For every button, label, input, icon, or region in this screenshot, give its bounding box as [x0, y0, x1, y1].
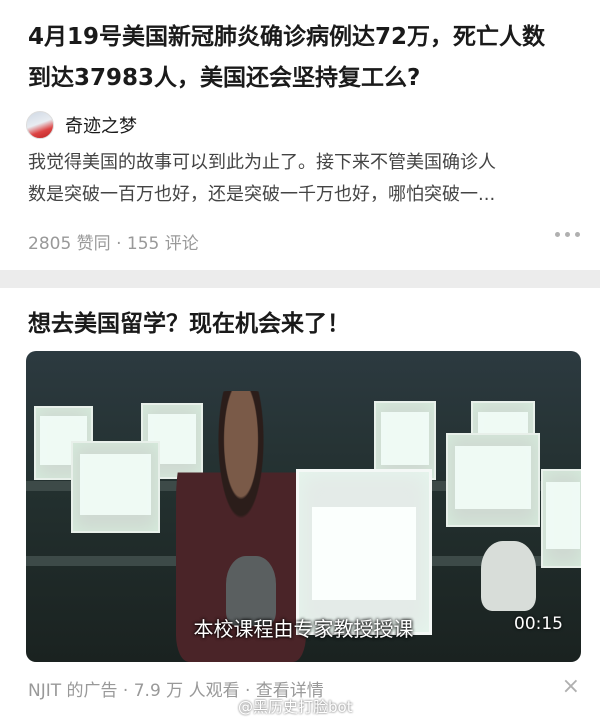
author-name[interactable]: 奇迹之梦	[65, 112, 137, 138]
dot	[575, 232, 580, 237]
answer-title-line2: 到达37983人，美国还会坚持复工么?	[28, 65, 421, 91]
dot	[555, 232, 560, 237]
excerpt-line1: 我觉得美国的故事可以到此为止了。接下来不管美国确诊人	[28, 152, 496, 173]
close-icon[interactable]: ×	[562, 674, 580, 699]
ad-card[interactable]: 想去美国留学？现在机会来了！ 本校课程由专家教授授课 00:15 NJIT 的广…	[0, 288, 600, 721]
answer-excerpt[interactable]: 我觉得美国的故事可以到此为止了。接下来不管美国确诊人 数是突破一百万也好，还是突…	[28, 147, 580, 211]
avatar[interactable]	[26, 111, 54, 139]
video-subtitle: 本校课程由专家教授授课	[193, 617, 414, 641]
video-duration: 00:15	[514, 614, 563, 634]
dot	[565, 232, 570, 237]
printed-vase	[481, 541, 536, 611]
answer-title[interactable]: 4月19号美国新冠肺炎确诊病例达72万，死亡人数 到达37983人，美国还会坚持…	[28, 17, 576, 99]
excerpt-line2: 数是突破一百万也好，还是突破一千万也好，哪怕突破一...	[28, 184, 496, 205]
answer-card[interactable]: 4月19号美国新冠肺炎确诊病例达72万，死亡人数 到达37983人，美国还会坚持…	[0, 0, 600, 270]
printer-image	[541, 469, 581, 568]
ad-video[interactable]: 本校课程由专家教授授课 00:15	[26, 351, 581, 662]
answer-stats: 2805 赞同 · 155 评论	[28, 234, 199, 254]
main-printer-image	[296, 469, 432, 635]
author-row[interactable]: 奇迹之梦	[26, 110, 137, 140]
answer-title-line1: 4月19号美国新冠肺炎确诊病例达72万，死亡人数	[28, 24, 546, 50]
ad-title[interactable]: 想去美国留学？现在机会来了！	[28, 304, 576, 345]
watermark: @黑历史打脸bot	[238, 698, 353, 716]
more-dots-icon[interactable]	[555, 232, 580, 237]
printer-image	[71, 441, 160, 533]
printer-image	[446, 433, 540, 527]
